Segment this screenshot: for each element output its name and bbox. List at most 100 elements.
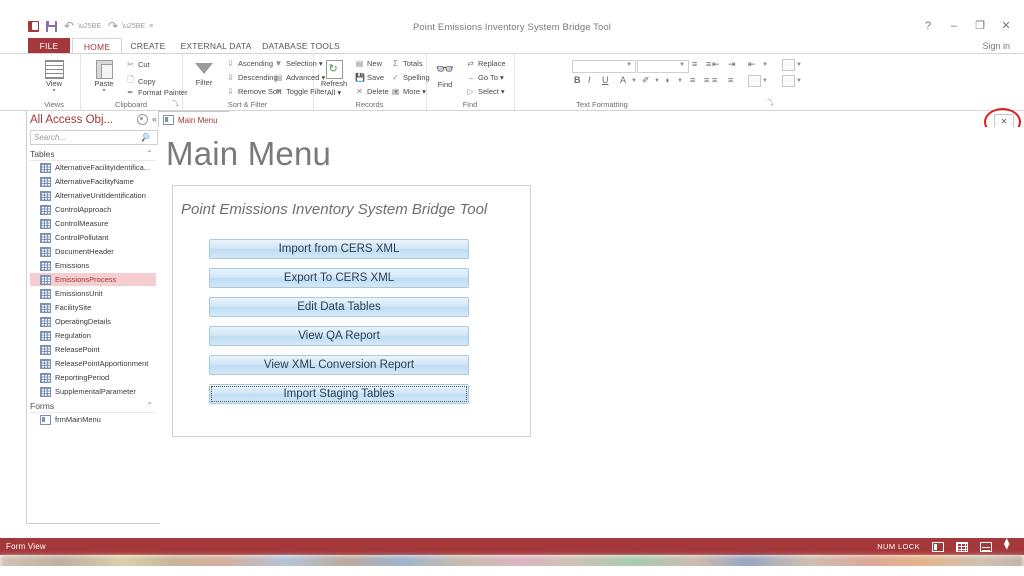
text-direction-icon[interactable]: ⇤ [748, 59, 756, 70]
font-color-dropdown-icon[interactable]: ▼ [631, 78, 637, 84]
close-window-icon[interactable]: ✕ [1000, 20, 1012, 32]
highlight-dropdown-icon[interactable]: ▼ [654, 78, 660, 84]
help-icon[interactable]: ? [922, 20, 934, 32]
navigation-search-box[interactable]: Search... 🔍 [30, 130, 158, 145]
nav-item-emissionsunit[interactable]: EmissionsUnit [30, 287, 156, 300]
ribbon-tab-database-tools[interactable]: DATABASE TOOLS [258, 38, 344, 54]
background-color-icon[interactable] [782, 75, 795, 87]
ribbon-group-text-formatting-overflow-3: ▼ ▼ [780, 54, 814, 110]
increase-indent-icon[interactable]: ⇥ [728, 59, 736, 70]
italic-button[interactable]: I [588, 75, 591, 85]
cut-button[interactable]: ✂ Cut [126, 60, 150, 69]
alternate-fill-icon[interactable] [782, 59, 795, 71]
nav-group-header-tables[interactable]: Tables ⌃ [30, 147, 156, 161]
nav-group-collapse-icon-tables[interactable]: ⌃ [146, 149, 156, 158]
nav-item-emissions[interactable]: Emissions [30, 259, 156, 272]
ribbon-tab-file[interactable]: FILE [28, 38, 70, 54]
restore-icon[interactable]: ❐ [974, 20, 986, 32]
toggle-filter-icon: ▼ [274, 87, 283, 96]
edit-data-tables-button[interactable]: Edit Data Tables [209, 297, 469, 317]
nav-group-collapse-icon-forms[interactable]: ⌃ [146, 401, 156, 410]
layout-view-button[interactable] [980, 541, 992, 552]
align-right-icon[interactable]: ≡ [712, 75, 717, 85]
clipboard-dialog-launcher-icon[interactable]: ⤵ [172, 99, 179, 109]
filter-button[interactable]: Filter [184, 59, 224, 87]
paste-dropdown-icon[interactable]: ▾ [84, 88, 124, 94]
fill-color-button[interactable]: ◑ [664, 75, 669, 85]
select-button[interactable]: ▷ Select ▾ [466, 87, 504, 96]
replace-button[interactable]: ⇄ Replace [466, 59, 505, 68]
alternate-fill-dropdown-icon[interactable]: ▼ [796, 62, 802, 68]
more-records-button[interactable]: ▤ More ▾ [391, 87, 426, 96]
view-xml-conversion-report-button[interactable]: View XML Conversion Report [209, 355, 469, 375]
export-to-cers-xml-button[interactable]: Export To CERS XML [209, 268, 469, 288]
nav-item-alternativefacilityname[interactable]: AlternativeFacilityName [30, 175, 156, 188]
text-direction-dropdown-icon[interactable]: ▼ [762, 62, 768, 68]
refresh-all-button[interactable]: Refresh All ▾ [315, 58, 353, 97]
minimize-icon[interactable]: – [948, 20, 960, 32]
font-size-dropdown-icon[interactable]: ▼ [679, 62, 685, 68]
nav-item-controlmeasure[interactable]: ControlMeasure [30, 217, 156, 230]
bulleted-list-icon[interactable]: ≡ [692, 59, 697, 69]
sort-descending-button[interactable]: ⇩ Descending [226, 73, 277, 82]
gridlines-dropdown-icon[interactable]: ▼ [762, 78, 768, 84]
refresh-all-dropdown[interactable]: All ▾ [315, 88, 353, 97]
paste-button[interactable]: Paste ▾ [84, 58, 124, 94]
document-tab-main-menu[interactable]: Main Menu [158, 111, 234, 128]
nav-item-releasepointapportionment[interactable]: ReleasePointApportionment [30, 357, 156, 370]
align-left-icon[interactable]: ≡ [690, 75, 695, 85]
background-color-dropdown-icon[interactable]: ▼ [796, 78, 802, 84]
decrease-indent-icon[interactable]: ⇤ [712, 59, 720, 70]
font-family-dropdown-icon[interactable]: ▼ [626, 62, 632, 68]
bold-button[interactable]: B [574, 75, 581, 85]
nav-item-supplementalparameter[interactable]: SupplementalParameter [30, 385, 156, 398]
nav-item-regulation[interactable]: Regulation [30, 329, 156, 342]
datasheet-gridlines-icon[interactable] [748, 75, 761, 87]
totals-button[interactable]: Σ Totals [391, 59, 423, 68]
close-document-button[interactable]: ✕ [994, 114, 1014, 128]
highlight-button[interactable]: ✐ [642, 75, 650, 86]
nav-group-header-forms[interactable]: Forms ⌃ [30, 399, 156, 413]
nav-item-emissionsprocess[interactable]: EmissionsProcess [30, 273, 156, 286]
datasheet-view-button[interactable] [956, 541, 968, 552]
justify-icon[interactable]: ≡ [728, 75, 733, 85]
view-dropdown-icon[interactable]: ▾ [34, 88, 74, 94]
save-record-button[interactable]: 💾 Save [355, 73, 384, 82]
sort-ascending-button[interactable]: ⇩ Ascending [226, 59, 273, 68]
ribbon-group-text-formatting: ▼ ▼ ≡ ≡ B I U A ▼ ✐ ▼ ◑ ▼ ≡ ≡ Text Forma… [514, 54, 711, 110]
text-formatting-dialog-launcher-icon[interactable]: ⤵ [767, 98, 774, 108]
nav-item-frmmainmenu[interactable]: frmMainMenu [30, 413, 156, 426]
nav-item-alternativeunitidentification[interactable]: AlternativeUnitIdentification [30, 189, 156, 202]
search-input[interactable]: Search... [31, 133, 66, 142]
import-from-cers-xml-button[interactable]: Import from CERS XML [209, 239, 469, 259]
align-center-icon[interactable]: ≡ [704, 75, 709, 85]
form-view-button[interactable] [932, 541, 944, 552]
navigation-options-icon[interactable] [136, 114, 148, 125]
underline-button[interactable]: U [602, 75, 609, 85]
fill-color-dropdown-icon[interactable]: ▼ [677, 78, 683, 84]
nav-item-releasepoint[interactable]: ReleasePoint [30, 343, 156, 356]
view-qa-report-button[interactable]: View QA Report [209, 326, 469, 346]
spelling-button[interactable]: ✓ Spelling [391, 73, 430, 82]
ribbon-tab-external-data[interactable]: EXTERNAL DATA [178, 38, 254, 54]
document-tab-label: Main Menu [178, 115, 218, 125]
ribbon-tab-create[interactable]: CREATE [124, 38, 172, 54]
nav-item-operatingdetails[interactable]: OperatingDetails [30, 315, 156, 328]
nav-item-alternativefacilityidentification[interactable]: AlternativeFacilityIdentifica... [30, 161, 156, 174]
nav-item-controlpollutant[interactable]: ControlPollutant [30, 231, 156, 244]
nav-item-controlapproach[interactable]: ControlApproach [30, 203, 156, 216]
copy-button[interactable]: 🗋 Copy [126, 74, 155, 88]
import-staging-tables-button[interactable]: Import Staging Tables [209, 384, 469, 404]
nav-item-facilitysite[interactable]: FacilitySite [30, 301, 156, 314]
nav-item-documentheader[interactable]: DocumentHeader [30, 245, 156, 258]
format-painter-button[interactable]: ✒ Format Painter [126, 88, 187, 97]
font-color-button[interactable]: A [620, 75, 626, 85]
go-to-button[interactable]: → Go To ▾ [466, 73, 504, 82]
shutter-bar-close-icon[interactable]: « [152, 115, 157, 124]
nav-item-reportingperiod[interactable]: ReportingPeriod [30, 371, 156, 384]
new-record-button[interactable]: ▤ New [355, 59, 382, 68]
navigation-pane-header[interactable]: All Access Obj... « [27, 111, 159, 129]
find-button[interactable]: 👓 Find [428, 58, 462, 89]
view-button[interactable]: View ▾ [34, 58, 74, 94]
design-view-button[interactable] [1004, 537, 1016, 552]
